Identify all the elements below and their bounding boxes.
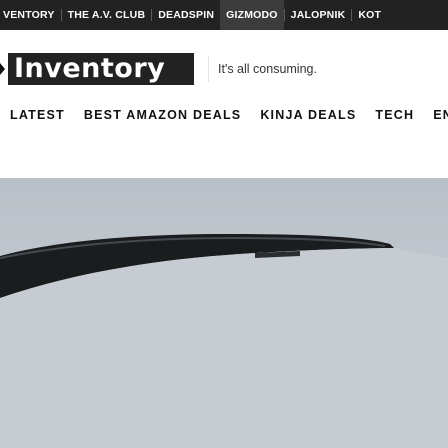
network-link-jalopnik[interactable]: JALOPNIK xyxy=(285,9,352,21)
network-link-kotaku[interactable]: KOT xyxy=(352,9,387,21)
network-link-inventory[interactable]: VENTORY xyxy=(0,9,61,21)
section-link-kinja-deals[interactable]: KINJA DEALS xyxy=(260,108,356,122)
network-nav-bar: VENTORY THE A.V. CLUB DEADSPIN GIZMODO J… xyxy=(0,0,448,30)
section-nav: LATEST BEST AMAZON DEALS KINJA DEALS TEC… xyxy=(0,101,448,129)
network-link-av-club[interactable]: THE A.V. CLUB xyxy=(62,9,152,21)
network-link-gizmodo[interactable]: GIZMODO xyxy=(220,0,284,30)
site-header: Inventory It's all consuming. xyxy=(0,49,448,89)
hero-photo-graphic xyxy=(0,234,448,448)
section-link-tech[interactable]: TECH xyxy=(375,108,414,122)
chevron-right-icon xyxy=(0,63,5,75)
network-link-deadspin[interactable]: DEADSPIN xyxy=(152,9,220,21)
section-link-latest[interactable]: LATEST xyxy=(10,108,65,122)
hero-image[interactable] xyxy=(0,178,448,448)
section-link-best-amazon-deals[interactable]: BEST AMAZON DEALS xyxy=(84,108,241,122)
site-logo[interactable]: Inventory xyxy=(8,53,194,85)
site-tagline: It's all consuming. xyxy=(208,56,317,82)
section-link-more[interactable]: EN xyxy=(433,108,448,122)
logo-text: Inventory xyxy=(14,53,166,84)
